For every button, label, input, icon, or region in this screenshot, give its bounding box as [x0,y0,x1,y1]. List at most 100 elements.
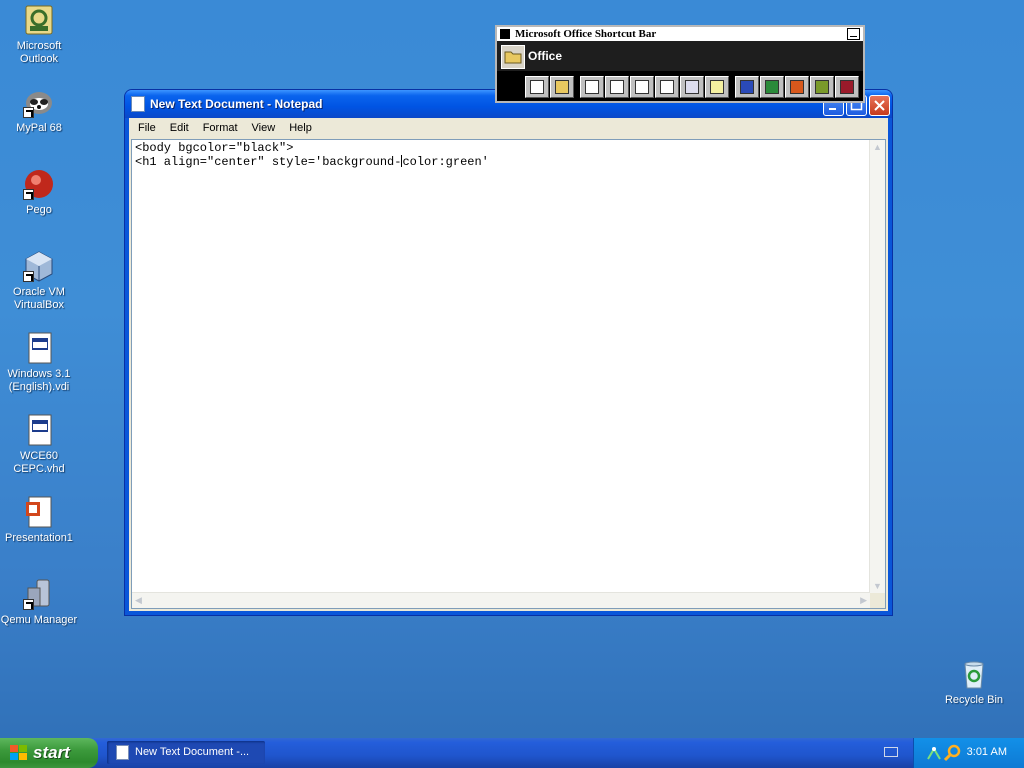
desktop-icon-recycle-bin[interactable]: Recycle Bin [935,658,1013,707]
recycle-bin-icon [958,658,990,690]
editor-line-2: <h1 align="center" style='background-col… [135,155,489,169]
new-office-document-button[interactable] [525,76,549,98]
contact-card-icon [660,80,674,94]
windows-flag-icon [10,745,27,760]
outlook-icon [23,4,55,36]
taskbar-button-label: New Text Document -... [135,746,250,758]
word-icon [740,80,754,94]
journal-icon [685,80,699,94]
line-2-before-caret: <h1 align="center" style='background- [135,155,402,169]
excel-icon [765,80,779,94]
desktop-icon-windows31-vdi[interactable]: Windows 3.1 (English).vdi [0,332,78,394]
open-folder-icon [555,80,569,94]
system-tray: 3:01 AM [913,738,1024,768]
office-bar-titlebar[interactable]: Microsoft Office Shortcut Bar [497,27,863,41]
size-grip[interactable] [870,593,885,608]
vertical-scrollbar[interactable]: ▲ ▼ [869,140,885,593]
close-icon [874,100,885,111]
access-button[interactable] [835,76,859,98]
new-appointment-button[interactable] [605,76,629,98]
desktop-icon-label: Microsoft Outlook [16,40,62,65]
network-icon[interactable] [926,745,942,761]
menu-edit[interactable]: Edit [163,122,196,134]
text-editor[interactable]: <body bgcolor="black"> <h1 align="center"… [131,139,886,609]
publisher-button[interactable] [810,76,834,98]
notepad-icon [116,745,129,760]
office-folder-icon[interactable] [501,45,525,69]
new-task-button[interactable] [630,76,654,98]
new-document-icon [530,80,544,94]
shortcut-arrow-icon [23,189,34,200]
virtualbox-icon [23,250,55,282]
note-icon [710,80,724,94]
scroll-up-icon[interactable]: ▲ [873,142,882,152]
desktop-icon-label: Qemu Manager [0,614,78,626]
desktop-icon-virtualbox[interactable]: Oracle VM VirtualBox [0,250,78,312]
publisher-icon [815,80,829,94]
shortcut-arrow-icon [23,599,34,610]
close-button[interactable] [869,95,890,116]
vhd-file-icon [23,414,55,446]
qemu-icon [23,578,55,610]
office-shortcut-bar[interactable]: Microsoft Office Shortcut Bar Office [495,25,865,103]
taskbar: start New Text Document -... 3:01 AM [0,738,1024,768]
desktop-icon-label: Recycle Bin [944,694,1004,706]
access-icon [840,80,854,94]
new-note-button[interactable] [705,76,729,98]
menu-bar: File Edit Format View Help [129,118,888,138]
shortcut-arrow-icon [23,271,34,282]
new-message-button[interactable] [580,76,604,98]
menu-file[interactable]: File [131,122,163,134]
desktop-icon-label: Presentation1 [5,532,73,544]
desktop-icon-presentation1[interactable]: Presentation1 [0,496,78,545]
editor-line-1: <body bgcolor="black"> [135,141,294,155]
start-label: start [33,743,70,762]
desktop-icon-qemu-manager[interactable]: Qemu Manager [0,578,78,627]
calendar-icon [610,80,624,94]
desktop-icon-label: Oracle VM VirtualBox [13,286,65,311]
desktop-icon-label: Windows 3.1 (English).vdi [7,368,71,393]
desktop-icon-label: WCE60 CEPC.vhd [13,450,65,475]
scroll-right-icon[interactable]: ▶ [860,595,867,606]
notepad-app-icon[interactable] [131,96,145,112]
envelope-icon [585,80,599,94]
mypal-icon [23,86,55,118]
scroll-left-icon[interactable]: ◀ [135,595,142,606]
keyboard-language-icon[interactable] [884,747,898,757]
powerpoint-file-icon [23,496,55,528]
office-bar-title: Microsoft Office Shortcut Bar [515,28,657,40]
new-contact-button[interactable] [655,76,679,98]
word-button[interactable] [735,76,759,98]
desktop-icon-mypal[interactable]: MyPal 68 [0,86,78,135]
start-button[interactable]: start [0,738,98,768]
editor-content[interactable]: <body bgcolor="black"> <h1 align="center"… [135,142,489,169]
office-toolbar-header: Office [497,41,863,71]
horizontal-scrollbar[interactable]: ◀ ▶ [132,592,870,608]
pego-icon [23,168,55,200]
new-journal-entry-button[interactable] [680,76,704,98]
menu-view[interactable]: View [245,122,283,134]
powerpoint-button[interactable] [785,76,809,98]
menu-help[interactable]: Help [282,122,319,134]
excel-button[interactable] [760,76,784,98]
menu-format[interactable]: Format [196,122,245,134]
open-office-document-button[interactable] [550,76,574,98]
search-icon[interactable] [944,744,962,762]
clock[interactable]: 3:01 AM [967,746,1007,758]
office-bar-control-icon[interactable] [500,29,510,39]
task-check-icon [635,80,649,94]
office-bar-minimize-button[interactable] [847,28,860,40]
scroll-down-icon[interactable]: ▼ [873,581,882,591]
desktop-icon-label: Pego [26,204,52,216]
notepad-window[interactable]: New Text Document - Notepad File Edit Fo… [125,90,892,615]
office-toolbar-label[interactable]: Office [528,49,562,63]
taskbar-button-notepad[interactable]: New Text Document -... [107,741,265,764]
desktop-icon-outlook[interactable]: Microsoft Outlook [0,4,78,66]
notepad-client-area: File Edit Format View Help <body bgcolor… [129,118,888,611]
window-title: New Text Document - Notepad [150,97,323,111]
vdi-file-icon [23,332,55,364]
desktop-icon-pego[interactable]: Pego [0,168,78,217]
line-2-after-caret: color:green' [402,155,489,169]
office-shortcut-buttons [525,76,860,98]
desktop-icon-wce60-vhd[interactable]: WCE60 CEPC.vhd [0,414,78,476]
